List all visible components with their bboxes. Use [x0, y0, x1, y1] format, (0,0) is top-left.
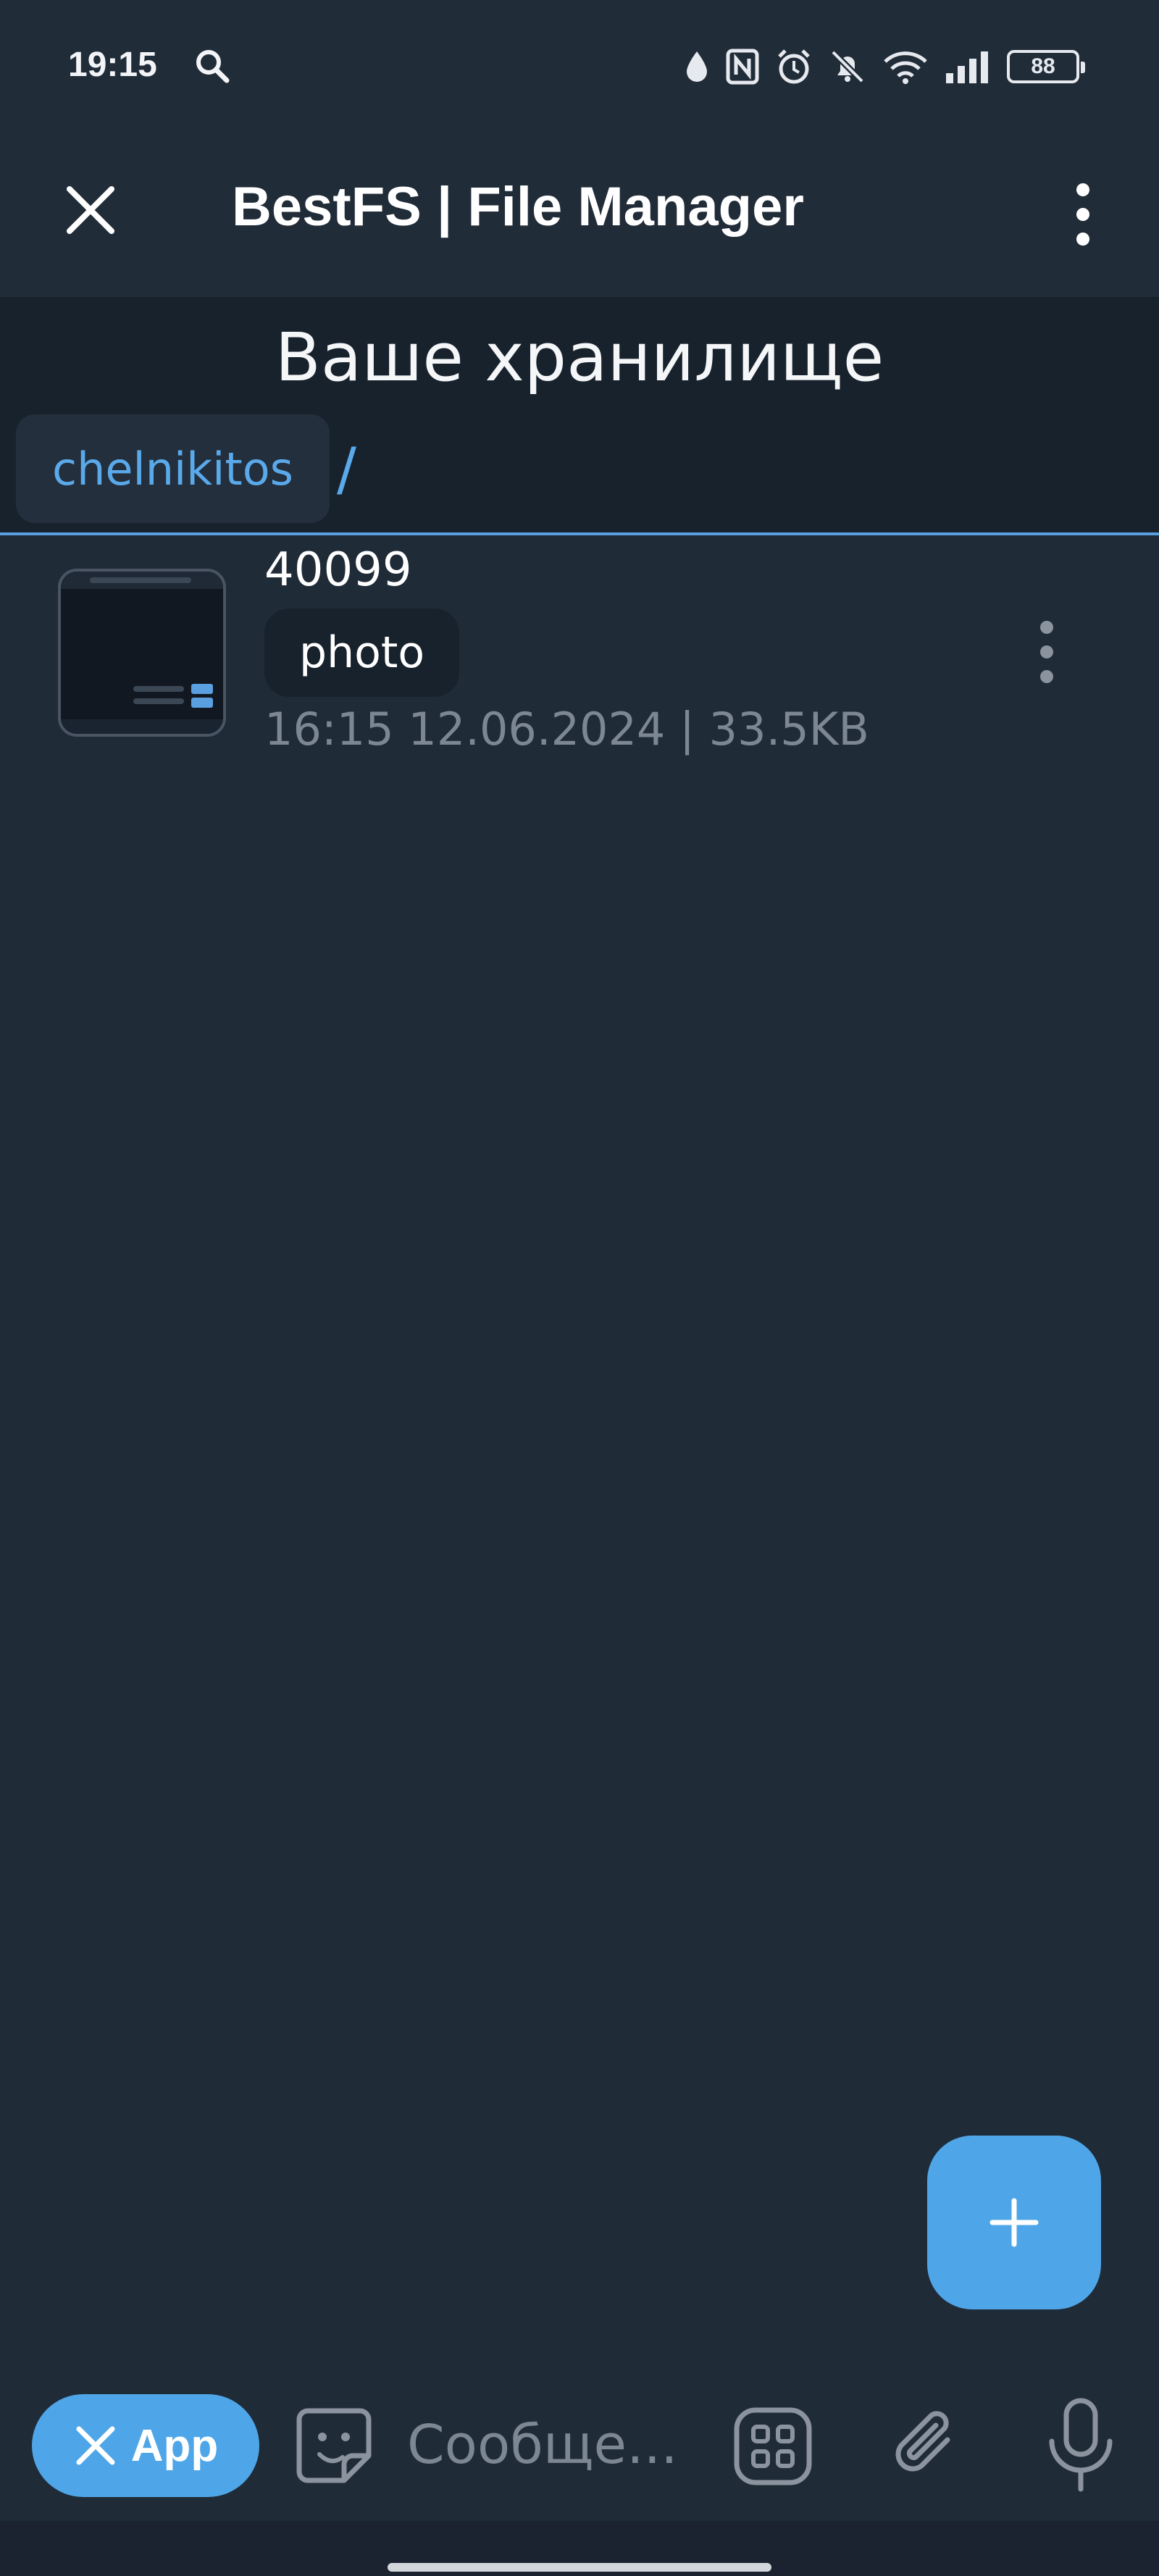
more-vertical-icon[interactable] — [1058, 178, 1108, 251]
storage-title: Ваше хранилище — [275, 319, 884, 396]
nfc-icon — [726, 49, 759, 85]
signal-icon — [946, 51, 988, 83]
file-name: 40099 — [264, 543, 412, 597]
app-title: BestFS | File Manager — [232, 176, 804, 238]
file-type-tag: photo — [264, 609, 460, 697]
file-thumbnail — [58, 569, 226, 737]
header-divider — [0, 532, 1159, 535]
add-file-button[interactable] — [927, 2136, 1101, 2309]
alarm-icon — [778, 49, 810, 84]
breadcrumb-separator: / — [336, 435, 356, 503]
search-icon — [196, 50, 230, 83]
attach-icon[interactable] — [885, 2404, 971, 2489]
file-list-item[interactable]: 40099 photo 16:15 12.06.2024 | 33.5KB — [0, 540, 1159, 779]
breadcrumb: chelnikitos / — [16, 414, 356, 523]
home-gesture-handle[interactable] — [388, 2563, 771, 2572]
microphone-icon[interactable] — [1043, 2396, 1118, 2493]
app-button-label: App — [130, 2420, 219, 2471]
bell-off-icon — [830, 49, 865, 84]
app-header: BestFS | File Manager — [0, 138, 1159, 297]
battery-level: 88 — [1031, 54, 1055, 78]
app-close-button[interactable]: App — [32, 2394, 259, 2497]
message-bar: App — [0, 2369, 1159, 2521]
close-icon[interactable] — [58, 177, 123, 243]
breadcrumb-item-root[interactable]: chelnikitos — [16, 414, 330, 523]
sticker-icon[interactable] — [293, 2405, 375, 2486]
storage-header: Ваше хранилище chelnikitos / — [0, 297, 1159, 535]
file-more-icon[interactable] — [1021, 616, 1072, 688]
close-icon — [76, 2426, 115, 2465]
status-icons: 88 — [684, 46, 1085, 87]
wifi-icon — [884, 51, 927, 84]
status-bar: 19:15 88 — [0, 0, 1159, 138]
commands-grid-icon[interactable] — [733, 2406, 813, 2486]
plus-icon — [989, 2198, 1039, 2247]
file-meta: 16:15 12.06.2024 | 33.5KB — [264, 703, 869, 756]
battery-icon: 88 — [1007, 50, 1085, 83]
message-input[interactable] — [406, 2398, 695, 2492]
drop-icon — [687, 51, 707, 82]
status-time: 19:15 — [68, 46, 157, 84]
